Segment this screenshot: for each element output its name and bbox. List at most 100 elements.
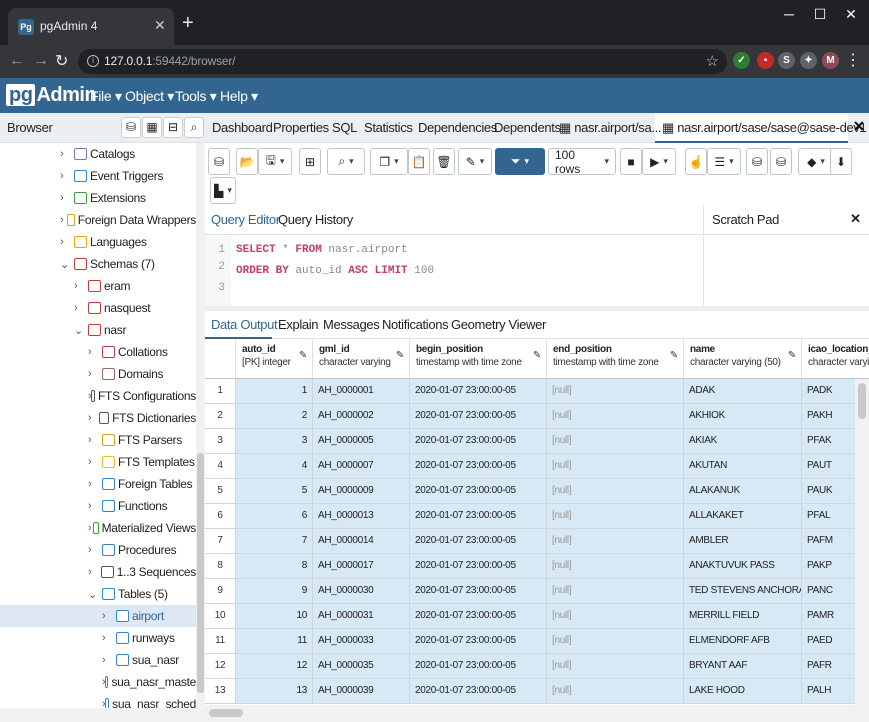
tab-properties[interactable]: Properties [273, 120, 329, 135]
table-cell[interactable]: ALAKANUK [684, 479, 802, 504]
chevron-right-icon[interactable]: › [60, 148, 74, 160]
search-objects-icon[interactable]: ⌕ [184, 117, 204, 138]
ext-red-icon[interactable]: ▪ [757, 52, 774, 69]
table-row[interactable]: 11 11 AH_0000033 2020-01-07 23:00:00-05 [nul… [205, 629, 869, 654]
table-cell[interactable]: MERRILL FIELD [684, 604, 802, 629]
chrome-icon[interactable]: ✓ [733, 52, 750, 69]
tree-scrollbar[interactable] [196, 143, 205, 708]
table-cell[interactable]: AH_0000001 [313, 379, 410, 404]
table-cell[interactable]: 6 [236, 504, 313, 529]
table-cell[interactable]: 3 [236, 429, 313, 454]
table-cell[interactable]: AH_0000009 [313, 479, 410, 504]
table-cell[interactable]: [null] [547, 679, 684, 704]
tab-explain[interactable]: Explain [278, 317, 319, 332]
tab-dependents[interactable]: Dependents [494, 120, 561, 135]
chevron-right-icon[interactable]: › [88, 368, 102, 380]
table-cell[interactable]: 4 [236, 454, 313, 479]
chevron-right-icon[interactable]: › [88, 456, 102, 468]
explain-button[interactable]: ☝ [685, 148, 707, 175]
tree-hscrollbar[interactable] [0, 708, 205, 722]
url-bar[interactable]: i 127.0.0.1:59442/browser/ ☆ [78, 49, 727, 74]
open-file-button[interactable]: ⛁ [208, 148, 230, 175]
tree-node[interactable]: › sua_nasr_sched [0, 693, 196, 708]
table-row[interactable]: 2 2 AH_0000002 2020-01-07 23:00:00-05 [null]… [205, 404, 869, 429]
open-folder-button[interactable]: 📂 [236, 148, 258, 175]
tab-query-editor[interactable]: Query Editor [211, 212, 280, 227]
chevron-right-icon[interactable]: › [60, 214, 67, 226]
table-row[interactable]: 6 6 AH_0000013 2020-01-07 23:00:00-05 [null]… [205, 504, 869, 529]
table-cell[interactable]: 9 [236, 579, 313, 604]
tree-node[interactable]: › FTS Parsers [0, 429, 196, 451]
tree-node[interactable]: › Extensions [0, 187, 196, 209]
chevron-right-icon[interactable]: › [88, 500, 102, 512]
column-header[interactable]: end_position timestamp with time zone ✎ [547, 339, 684, 379]
table-cell[interactable]: AH_0000017 [313, 554, 410, 579]
table-cell[interactable]: 8 [236, 554, 313, 579]
table-cell[interactable]: ALLAKAKET [684, 504, 802, 529]
chevron-down-icon[interactable]: ⌄ [88, 588, 102, 601]
table-cell[interactable]: 2020-01-07 23:00:00-05 [410, 604, 547, 629]
table-cell[interactable]: 2020-01-07 23:00:00-05 [410, 429, 547, 454]
table-cell[interactable]: 10 [236, 604, 313, 629]
find-button[interactable]: ⌕ ▾ [327, 148, 365, 175]
tree-node[interactable]: › Foreign Data Wrappers [0, 209, 196, 231]
delete-button[interactable]: 🗑 [433, 148, 455, 175]
profile-avatar[interactable]: M [822, 52, 839, 69]
table-row[interactable]: 13 13 AH_0000039 2020-01-07 23:00:00-05 [nul… [205, 679, 869, 704]
table-row[interactable]: 5 5 AH_0000009 2020-01-07 23:00:00-05 [null]… [205, 479, 869, 504]
rows-limit-select[interactable]: 100 rows ▾ [548, 148, 616, 176]
table-row[interactable]: 10 10 AH_0000031 2020-01-07 23:00:00-05 [nul… [205, 604, 869, 629]
site-info-icon[interactable]: i [87, 55, 99, 67]
tree-node[interactable]: ⌄ nasr [0, 319, 196, 341]
tab-geometry-viewer[interactable]: Geometry Viewer [451, 317, 546, 332]
column-header[interactable]: name character varying (50) ✎ [684, 339, 802, 379]
tab-dependencies[interactable]: Dependencies [418, 120, 497, 135]
tree-node[interactable]: › 1..3 Sequences [0, 561, 196, 583]
table-cell[interactable]: 11 [236, 629, 313, 654]
table-cell[interactable]: [null] [547, 429, 684, 454]
table-cell[interactable]: ELMENDORF AFB [684, 629, 802, 654]
save-button[interactable]: 🖫 ▾ [258, 148, 292, 175]
table-cell[interactable]: AH_0000007 [313, 454, 410, 479]
chevron-down-icon[interactable]: ⌄ [60, 258, 74, 271]
table-cell[interactable]: 2 [236, 404, 313, 429]
tree-node[interactable]: ⌄ Schemas (7) [0, 253, 196, 275]
puzzle-icon[interactable]: ✦ [800, 52, 817, 69]
table-cell[interactable]: [null] [547, 479, 684, 504]
bookmark-star-icon[interactable]: ☆ [706, 52, 719, 70]
tree-node[interactable]: ⌄ Tables (5) [0, 583, 196, 605]
chevron-right-icon[interactable]: › [102, 654, 116, 666]
table-cell[interactable]: ADAK [684, 379, 802, 404]
tree-node[interactable]: › Foreign Tables [0, 473, 196, 495]
tree-node[interactable]: › airport [0, 605, 196, 627]
execute-button[interactable]: ▶ ▾ [642, 148, 676, 175]
tab-query-airport-2[interactable]: ▦ nasr.airport/sase/sase@sase-dev1 [662, 120, 867, 136]
macros-button[interactable]: ▙ ▾ [210, 177, 236, 204]
rollback-button[interactable]: ⛁ [770, 148, 792, 175]
scratch-close-icon[interactable]: ✕ [850, 211, 861, 227]
table-row[interactable]: 7 7 AH_0000014 2020-01-07 23:00:00-05 [null]… [205, 529, 869, 554]
table-cell[interactable]: 13 [236, 679, 313, 704]
table-cell[interactable]: 2020-01-07 23:00:00-05 [410, 629, 547, 654]
filter-rows-icon[interactable]: ⊟ [163, 117, 183, 138]
table-cell[interactable]: AH_0000031 [313, 604, 410, 629]
table-cell[interactable]: AH_0000013 [313, 504, 410, 529]
table-cell[interactable]: AKHIOK [684, 404, 802, 429]
table-cell[interactable]: 2020-01-07 23:00:00-05 [410, 404, 547, 429]
chevron-right-icon[interactable]: › [88, 478, 102, 490]
table-cell[interactable]: 2020-01-07 23:00:00-05 [410, 504, 547, 529]
tab-messages[interactable]: Messages [323, 317, 380, 332]
query-tool-icon[interactable]: ⛁ [121, 117, 141, 138]
table-cell[interactable]: ANAKTUVUK PASS [684, 554, 802, 579]
chevron-right-icon[interactable]: › [74, 302, 88, 314]
chevron-right-icon[interactable]: › [74, 280, 88, 292]
menu-tools[interactable]: Tools ▾ [175, 88, 217, 105]
chevron-right-icon[interactable]: › [88, 434, 102, 446]
table-cell[interactable]: AKIAK [684, 429, 802, 454]
table-cell[interactable]: LAKE HOOD [684, 679, 802, 704]
maximize-button[interactable]: ☐ [805, 6, 835, 23]
close-tab-icon[interactable]: ✕ [853, 118, 865, 135]
table-cell[interactable]: 2020-01-07 23:00:00-05 [410, 679, 547, 704]
tab-statistics[interactable]: Statistics [364, 120, 413, 135]
clear-button[interactable]: ◆ ▾ [798, 148, 834, 175]
